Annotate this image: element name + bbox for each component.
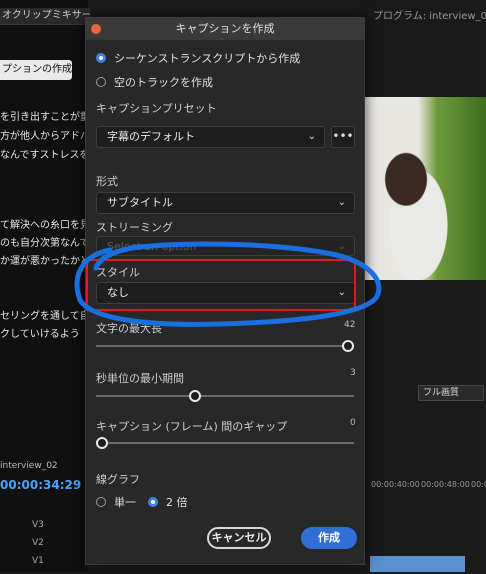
track-row[interactable]: V2 — [0, 538, 88, 556]
slider-thumb[interactable] — [96, 437, 108, 449]
style-value: なし — [107, 286, 129, 299]
radio-unselected-icon[interactable] — [96, 497, 106, 507]
streaming-select: Select an option ⌄ — [96, 236, 355, 256]
create-caption-bg-button[interactable]: プションの作成 — [0, 60, 72, 80]
transcript-line: クしていけるよう — [0, 329, 80, 340]
radio-selected-icon[interactable] — [96, 53, 106, 63]
ruler-tick: 00:00 — [471, 480, 486, 489]
preset-select[interactable]: 字幕のデフォルト ⌄ — [96, 126, 325, 148]
create-captions-dialog: キャプションを作成 シーケンストランスクリプトから作成 空のトラックを作成 キャ… — [85, 17, 365, 565]
chevron-down-icon: ⌄ — [307, 131, 316, 142]
chevron-down-icon: ⌄ — [337, 241, 346, 252]
transcript-line: か運が悪かったかど — [0, 256, 88, 267]
preset-label: キャプションプリセット — [96, 102, 217, 115]
transcript-line: セリングを通して自 — [0, 311, 88, 322]
radio-selected-icon[interactable] — [148, 497, 158, 507]
ruler-tick: 00:00:40:00 — [371, 480, 420, 489]
transcript-line: のも自分次第なんて — [0, 238, 88, 249]
transcript-line: なんですストレスを — [0, 150, 88, 161]
track-label: V2 — [32, 538, 44, 548]
track-row[interactable]: V1 — [0, 556, 88, 574]
gap-label: キャプション (フレーム) 間のギャップ — [96, 420, 288, 433]
timeline-ruler: 00:00:40:00 00:00:48:00 00:00 — [363, 480, 486, 494]
style-label: スタイル — [96, 266, 140, 279]
option-single-line[interactable]: 単一 — [96, 494, 136, 510]
option-double-line[interactable]: 2 倍 — [148, 494, 188, 510]
program-title: プログラム: interview_02 — [373, 11, 486, 22]
track-row[interactable]: V3 — [0, 520, 88, 538]
transcript-line: 方が他人からアドバ — [0, 131, 88, 142]
create-button[interactable]: 作成 — [301, 527, 357, 549]
sequence-name: interview_02 — [0, 461, 58, 471]
left-panel-title: オクリップミキサー：interview_02 — [0, 8, 90, 25]
transcript-line: を引き出すことが重 — [0, 112, 88, 123]
preset-value: 字幕のデフォルト — [107, 130, 195, 143]
resolution-select[interactable]: フル画質 — [418, 385, 484, 401]
more-options-button[interactable]: ••• — [331, 126, 355, 148]
slider-thumb[interactable] — [189, 390, 202, 402]
max-chars-value: 42 — [344, 320, 356, 330]
video-frame — [363, 97, 486, 280]
chevron-down-icon: ⌄ — [337, 287, 346, 298]
streaming-placeholder: Select an option — [107, 240, 197, 253]
close-icon[interactable] — [91, 24, 101, 34]
dialog-titlebar: キャプションを作成 — [86, 18, 364, 40]
option-label: 単一 — [114, 496, 136, 509]
option-label: 空のトラックを作成 — [114, 76, 213, 89]
min-duration-label: 秒単位の最小期間 — [96, 372, 184, 385]
max-chars-slider[interactable] — [96, 345, 354, 347]
gap-slider[interactable] — [96, 442, 354, 444]
dialog-title: キャプションを作成 — [175, 22, 275, 35]
option-from-transcript[interactable]: シーケンストランスクリプトから作成 — [96, 50, 300, 66]
min-duration-value: 3 — [350, 368, 356, 378]
option-label: シーケンストランスクリプトから作成 — [114, 52, 301, 65]
option-empty-track[interactable]: 空のトラックを作成 — [96, 74, 213, 90]
track-label: V1 — [32, 556, 44, 566]
chevron-down-icon: ⌄ — [337, 197, 346, 208]
gap-value: 0 — [350, 418, 356, 428]
format-select[interactable]: サブタイトル ⌄ — [96, 192, 355, 214]
max-chars-label: 文字の最大長 — [96, 322, 162, 335]
transcript-line: て解決への糸口を見 — [0, 220, 88, 231]
ruler-tick: 00:00:48:00 — [421, 480, 470, 489]
timeline-clip[interactable] — [370, 556, 465, 572]
track-label: V3 — [32, 520, 44, 530]
option-label: 2 倍 — [166, 496, 188, 509]
streaming-label: ストリーミング — [96, 221, 173, 234]
format-value: サブタイトル — [107, 196, 173, 209]
format-label: 形式 — [96, 175, 118, 188]
style-select[interactable]: なし ⌄ — [96, 282, 355, 304]
timecode[interactable]: 00:00:34:29 — [0, 478, 81, 492]
lines-label: 線グラフ — [96, 473, 140, 486]
cancel-button[interactable]: キャンセル — [207, 527, 271, 549]
radio-unselected-icon[interactable] — [96, 77, 106, 87]
min-duration-slider[interactable] — [96, 395, 354, 397]
slider-thumb[interactable] — [342, 340, 354, 352]
